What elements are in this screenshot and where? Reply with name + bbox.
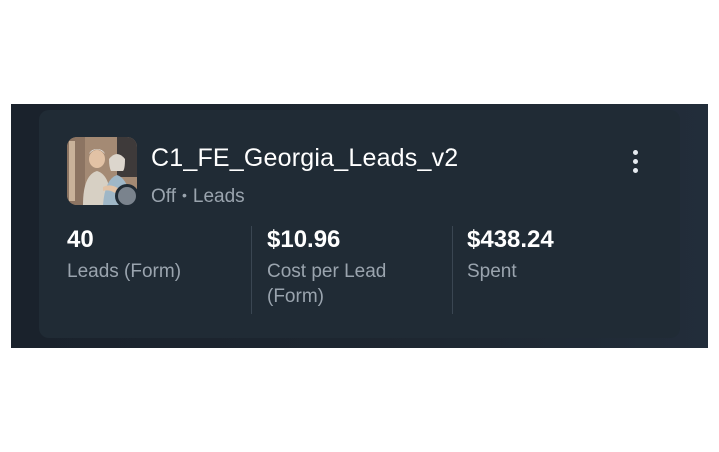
metric-label: Spent	[467, 261, 517, 282]
meta-separator: •	[182, 187, 187, 203]
campaign-objective: Leads	[192, 186, 245, 207]
metric-divider	[251, 226, 252, 314]
metric-label: Leads (Form)	[67, 261, 182, 282]
metric-spent: $438.24 Spent	[467, 222, 637, 314]
campaign-thumbnail	[67, 137, 139, 209]
metric-value: 40	[67, 226, 94, 253]
campaign-name: C1_FE_Georgia_Leads_v2	[151, 144, 459, 172]
status-indicator-dot	[115, 184, 139, 208]
metric-label: Cost per Lead (Form)	[267, 261, 387, 307]
more-options-icon[interactable]	[623, 146, 647, 176]
campaign-status: Off	[151, 186, 176, 207]
metric-cost-per-lead: $10.96 Cost per Lead (Form)	[267, 222, 437, 314]
campaign-card[interactable]: C1_FE_Georgia_Leads_v2 Off • Leads 40 Lead…	[39, 110, 680, 338]
metric-value: $438.24	[467, 226, 554, 253]
metrics-row: 40 Leads (Form) $10.96 Cost per Lead (Fo…	[67, 222, 667, 314]
metric-leads: 40 Leads (Form)	[67, 222, 237, 314]
more-dot	[632, 149, 638, 155]
app-screen: C1_FE_Georgia_Leads_v2 Off • Leads 40 Lead…	[11, 104, 708, 348]
campaign-meta: Off • Leads	[151, 186, 245, 208]
metric-value: $10.96	[267, 226, 341, 253]
more-dot	[632, 167, 638, 173]
more-dot	[632, 158, 638, 164]
metric-divider	[452, 226, 453, 314]
